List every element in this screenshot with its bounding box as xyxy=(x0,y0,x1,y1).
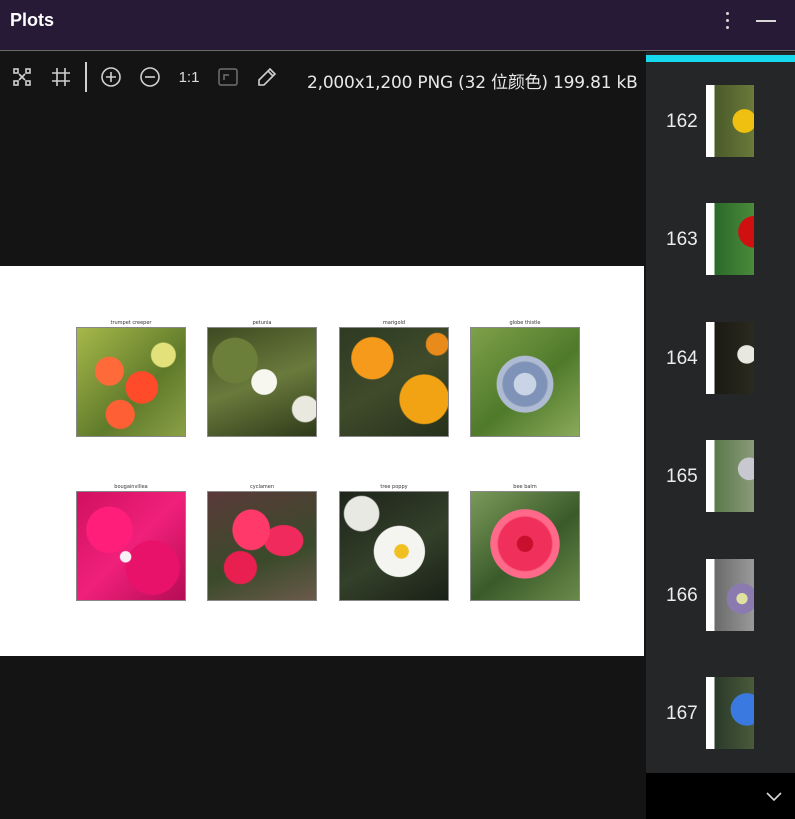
image-info-text: 2,000x1,200 PNG (32 位颜色) 199.81 kB xyxy=(307,73,638,93)
plot-tile: bougainvillea xyxy=(76,483,186,601)
plot-tile: marigold xyxy=(339,319,449,437)
history-item-number: 165 xyxy=(666,466,698,487)
history-thumbnail xyxy=(706,203,754,275)
color-picker-icon[interactable] xyxy=(255,65,279,89)
tile-label: trumpet creeper xyxy=(110,320,152,326)
plot-tile: cyclamen xyxy=(207,483,317,601)
pane-title: Plots xyxy=(10,10,55,30)
history-item-number: 166 xyxy=(666,585,698,606)
chevron-down-icon[interactable] xyxy=(764,786,784,806)
history-item-number: 163 xyxy=(666,229,698,250)
flower-image xyxy=(76,327,186,437)
history-item[interactable]: 166 xyxy=(646,559,795,669)
flower-image xyxy=(339,327,449,437)
history-item[interactable]: 163 xyxy=(646,203,795,313)
plot-tile: globe thistle xyxy=(470,319,580,437)
history-item[interactable]: 164 xyxy=(646,322,795,432)
tile-label: tree poppy xyxy=(380,484,408,490)
tile-label: globe thistle xyxy=(509,320,541,326)
plot-tile: bee balm xyxy=(470,483,580,601)
history-thumbnail xyxy=(706,85,754,157)
zoom-out-icon[interactable] xyxy=(138,65,162,89)
tile-label: marigold xyxy=(382,320,406,326)
fit-to-window-icon[interactable] xyxy=(10,65,34,89)
plot-image: trumpet creeper petunia marigold globe t… xyxy=(0,266,644,656)
flower-image xyxy=(470,327,580,437)
flower-image xyxy=(470,491,580,601)
image-canvas[interactable]: trumpet creeper petunia marigold globe t… xyxy=(0,104,646,819)
plot-tile: petunia xyxy=(207,319,317,437)
crop-icon[interactable] xyxy=(49,65,73,89)
history-item-number: 164 xyxy=(666,348,698,369)
history-thumbnail xyxy=(706,440,754,512)
history-item[interactable]: 167 xyxy=(646,677,795,773)
plot-toolbar: 1:1 2,000x1,200 PNG (32 位颜色) 199.81 kB xyxy=(0,52,646,104)
plot-tile: trumpet creeper xyxy=(76,319,186,437)
history-item-number: 162 xyxy=(666,111,698,132)
history-item[interactable]: 165 xyxy=(646,440,795,550)
zoom-in-icon[interactable] xyxy=(99,65,123,89)
flower-image xyxy=(207,491,317,601)
history-thumbnail xyxy=(706,559,754,631)
tile-label: bee balm xyxy=(513,484,537,490)
minimize-icon[interactable] xyxy=(752,8,780,34)
actual-size-button[interactable]: 1:1 xyxy=(177,65,201,89)
tile-label: cyclamen xyxy=(249,484,275,490)
fit-image-icon[interactable] xyxy=(216,65,240,89)
history-thumbnail xyxy=(706,677,754,749)
flower-image xyxy=(76,491,186,601)
title-bar: Plots xyxy=(0,0,795,51)
plot-history-sidebar[interactable]: 162 163 164 165 166 167 xyxy=(646,52,795,773)
selection-accent xyxy=(646,55,795,62)
toolbar-separator xyxy=(85,62,87,92)
flower-image xyxy=(207,327,317,437)
history-item[interactable]: 162 xyxy=(646,85,795,195)
history-item-number: 167 xyxy=(666,703,698,724)
flower-image xyxy=(339,491,449,601)
history-thumbnail xyxy=(706,322,754,394)
plot-tile: tree poppy xyxy=(339,483,449,601)
more-options-icon[interactable] xyxy=(716,8,738,34)
tile-label: bougainvillea xyxy=(114,484,148,490)
tile-label: petunia xyxy=(252,320,272,326)
